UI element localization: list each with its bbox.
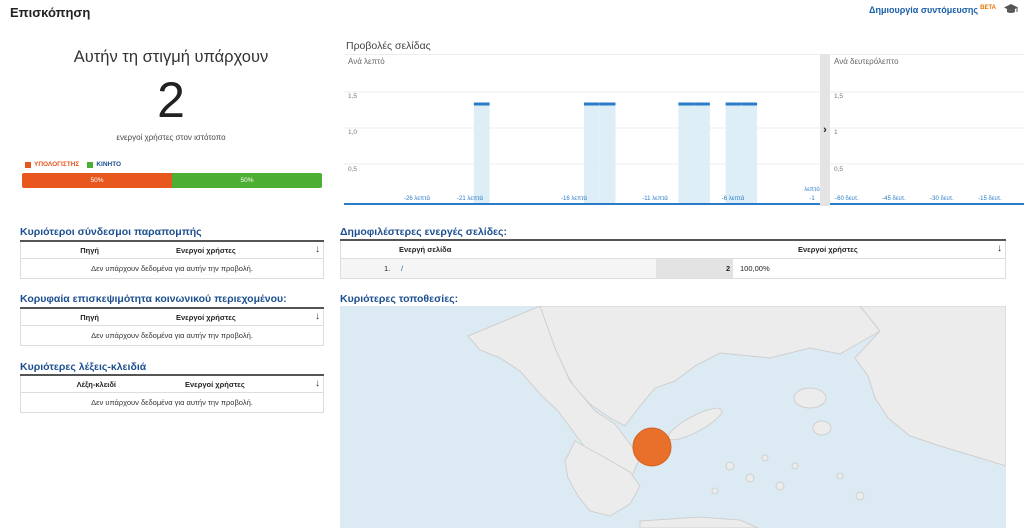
minute-x-label: -6 λεπτά: [722, 195, 745, 202]
greece-map: [467, 306, 1006, 528]
minute-y-tick: 1,0: [348, 129, 357, 136]
minute-x-label: -26 λεπτά: [404, 195, 430, 202]
second-y-tick: 1,5: [834, 93, 843, 100]
pageviews-title: Προβολές σελίδας: [346, 40, 431, 52]
legend-mobile-label: ΚΙΝΗΤΟ: [96, 161, 122, 168]
pageview-area: [694, 104, 710, 204]
map-island-lesbos: [793, 387, 827, 409]
referrals-table-header: Πηγή Ενεργοί χρήστες ↓: [20, 242, 324, 259]
map-island-8: [855, 491, 865, 501]
map-island-1: [725, 461, 735, 471]
header: Επισκόπηση Δημιουργία συντόμευσης BETA: [0, 0, 1024, 28]
referrals-col-users[interactable]: Ενεργοί χρήστες: [176, 246, 236, 255]
social-col-users[interactable]: Ενεργοί χρήστες: [176, 313, 236, 322]
map-island-chios: [812, 420, 832, 436]
map-island-5: [791, 462, 799, 470]
keywords-table: Λέξη-κλειδί Ενεργοί χρήστες ↓ Δεν υπάρχο…: [20, 374, 324, 413]
sort-down-icon[interactable]: ↓: [315, 244, 320, 255]
keywords-empty-row: Δεν υπάρχουν δεδομένα για αυτήν την προβ…: [20, 393, 324, 413]
popular-pages-header: Ενεργή σελίδα Ενεργοί χρήστες ↓: [340, 241, 1006, 259]
second-x-label: -45 δευτ.: [882, 196, 906, 202]
second-x-label: -30 δευτ.: [930, 196, 954, 202]
per-minute-label: Ανά λεπτό: [348, 57, 385, 66]
row-index: 1.: [384, 264, 391, 273]
mobile-swatch: [87, 161, 94, 168]
create-shortcut-link[interactable]: Δημιουργία συντόμευσης BETA: [869, 5, 996, 15]
map-land-crete: [639, 516, 759, 528]
map-island-3: [761, 454, 769, 462]
legend-desktop-label: ΥΠΟΛΟΓΙΣΤΗΣ: [34, 161, 80, 168]
pageview-area: [584, 104, 600, 204]
minute-y-tick: 1,5: [348, 93, 357, 100]
pageview-area: [473, 104, 490, 204]
location-marker-athens: [632, 427, 672, 467]
minute-x-suffix: λεπτό: [804, 186, 820, 193]
graduation-cap-icon[interactable]: [1004, 3, 1018, 15]
pageview-area: [678, 104, 695, 204]
social-table: Πηγή Ενεργοί χρήστες ↓ Δεν υπάρχουν δεδο…: [20, 307, 324, 346]
page-title: Επισκόπηση: [10, 5, 91, 20]
active-users-count: 2: [157, 72, 185, 128]
social-col-source: Πηγή: [80, 312, 99, 322]
locations-map[interactable]: [340, 306, 1006, 528]
beta-badge: BETA: [980, 5, 996, 11]
active-users-heading: Αυτήν τη στιγμή υπάρχουν: [73, 48, 269, 66]
referrals-table: Πηγή Ενεργοί χρήστες ↓ Δεν υπάρχουν δεδο…: [20, 240, 324, 279]
pages-col-users[interactable]: Ενεργοί χρήστες: [798, 245, 858, 254]
referrals-title: Κυριότεροι σύνδεσμοι παραπομπής: [20, 226, 202, 238]
mobile-share-segment[interactable]: 50%: [172, 173, 322, 188]
row-percent: 100,00%: [740, 264, 770, 273]
map-island-euboea: [667, 407, 723, 441]
popular-pages-table: Ενεργή σελίδα Ενεργοί χρήστες ↓ 1. / 2 1…: [340, 239, 1006, 279]
row-users: 2: [726, 264, 731, 273]
create-shortcut-label: Δημιουργία συντόμευσης: [869, 5, 979, 15]
expand-arrow-icon: ›: [823, 124, 827, 136]
map-island-6: [711, 487, 719, 495]
row-share-bar: [656, 259, 733, 278]
table-row[interactable]: 1. / 2 100,00%: [340, 259, 1006, 279]
legend-desktop: ΥΠΟΛΟΓΙΣΤΗΣ: [25, 161, 79, 168]
active-users-subtitle: ενεργοί χρήστες στον ιστότοπο: [116, 133, 226, 142]
map-island-2: [745, 473, 755, 483]
minute-x-label: -1: [809, 196, 815, 202]
pageview-area: [741, 104, 758, 204]
sort-down-icon[interactable]: ↓: [315, 378, 320, 389]
popular-pages-title: Δημοφιλέστερες ενεργές σελίδες:: [340, 226, 508, 238]
social-table-header: Πηγή Ενεργοί χρήστες ↓: [20, 309, 324, 326]
minute-y-tick: 0,5: [348, 166, 357, 173]
pageviews-chart: Ανά λεπτό Ανά δευτερόλεπτο 1,5 1,0 0,5 1,5 1 0,…: [344, 54, 1024, 206]
second-y-tick: 1: [834, 129, 838, 136]
referrals-col-source: Πηγή: [80, 245, 99, 255]
keywords-table-header: Λέξη-κλειδί Ενεργοί χρήστες ↓: [20, 376, 324, 393]
active-users-panel: Αυτήν τη στιγμή υπάρχουν 2 ενεργοί χρήστ…: [20, 48, 322, 142]
desktop-swatch: [25, 161, 31, 168]
second-x-label: -60 δευτ.: [835, 196, 859, 202]
referrals-empty-row: Δεν υπάρχουν δεδομένα για αυτήν την προβ…: [20, 259, 324, 279]
second-x-label: -15 δευτ.: [978, 196, 1002, 202]
minute-x-label: -11 λεπτά: [642, 195, 668, 202]
keywords-col-keyword: Λέξη-κλειδί: [76, 379, 116, 389]
map-island-4: [775, 481, 785, 491]
pageview-area: [725, 104, 742, 204]
minute-x-label: -16 λεπτά: [561, 195, 587, 202]
minute-x-label: -21 λεπτά: [457, 195, 483, 202]
keywords-col-users[interactable]: Ενεργοί χρήστες: [185, 380, 245, 389]
map-island-7: [836, 472, 844, 480]
legend-mobile: ΚΙΝΗΤΟ: [87, 161, 121, 168]
keywords-title: Κυριότερες λέξεις-κλειδιά: [20, 361, 147, 373]
second-y-tick: 0,5: [834, 166, 843, 173]
sort-down-icon[interactable]: ↓: [997, 243, 1002, 254]
per-second-label: Ανά δευτερόλεπτο: [834, 57, 899, 66]
sort-down-icon[interactable]: ↓: [315, 311, 320, 322]
pages-col-page: Ενεργή σελίδα: [399, 245, 452, 254]
device-share-bar: 50% 50%: [22, 173, 322, 188]
pageview-area: [599, 104, 616, 204]
social-title: Κορυφαία επισκεψιμότητα κοινωνικού περιε…: [20, 293, 287, 305]
row-page-link[interactable]: /: [401, 264, 403, 273]
desktop-share-segment[interactable]: 50%: [22, 173, 172, 188]
locations-title: Κυριότερες τοποθεσίες:: [340, 293, 459, 305]
device-legend: ΥΠΟΛΟΓΙΣΤΗΣ ΚΙΝΗΤΟ: [25, 161, 121, 168]
social-empty-row: Δεν υπάρχουν δεδομένα για αυτήν την προβ…: [20, 326, 324, 346]
